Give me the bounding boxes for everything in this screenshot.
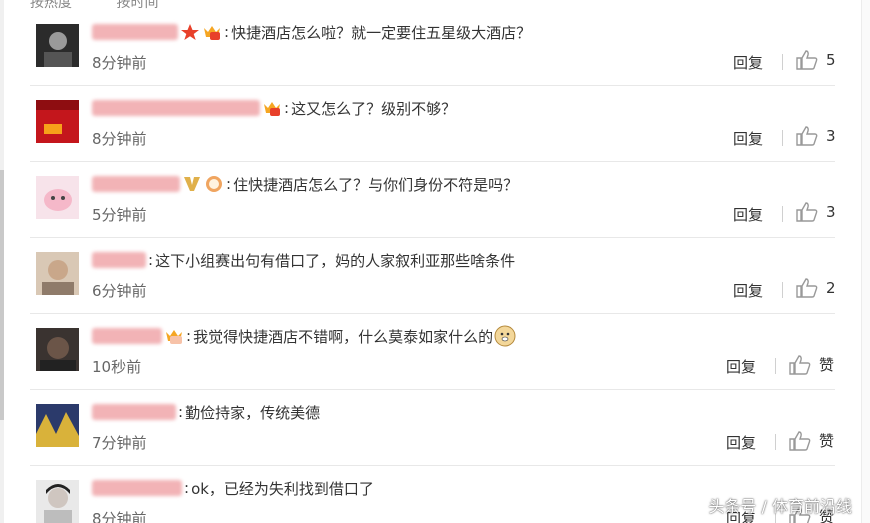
comment-time: 8分钟前 [92, 54, 147, 72]
comment-time: 7分钟前 [92, 434, 147, 452]
like-button[interactable]: 5 [796, 50, 836, 70]
thumbs-up-icon [789, 430, 811, 451]
scrollbar[interactable] [0, 0, 4, 523]
like-button[interactable]: 3 [796, 126, 836, 146]
comment-time: 10秒前 [92, 358, 142, 376]
reply-button[interactable]: 回复 [726, 432, 756, 453]
thumbs-up-icon [796, 278, 818, 298]
comment-text: 勤俭持家，传统美德 [185, 403, 321, 422]
comment-item: : 勤俭持家，传统美德 7分钟前 回复 赞 [30, 390, 835, 466]
avatar[interactable] [36, 24, 79, 67]
thumbs-up-icon [789, 354, 811, 375]
comment-item: : 我觉得快捷酒店不错啊，什么莫泰如家什么的 10秒前 回复 赞 [30, 314, 835, 390]
watermark: 头条号 / 体育前沿线 [708, 497, 852, 516]
comment-item: : 这下小组赛出句有借口了，妈的人家叙利亚那些啥条件 6分钟前 回复 2 [30, 238, 836, 314]
divider [782, 206, 783, 222]
like-label: 赞 [819, 356, 835, 374]
colon: : [148, 251, 154, 269]
scrollbar-thumb[interactable] [0, 170, 4, 420]
comment-time: 5分钟前 [92, 206, 147, 224]
like-count: 3 [826, 127, 836, 145]
medal-icon [206, 176, 222, 192]
username-blurred[interactable] [92, 24, 178, 40]
avatar[interactable] [36, 404, 79, 447]
comment-text: 这又怎么了？级别不够？ [291, 99, 457, 118]
like-label: 赞 [819, 432, 835, 450]
comment-text: 快捷酒店怎么啦？就一定要住五星级大酒店？ [231, 23, 532, 42]
comment-list: : 快捷酒店怎么啦？就一定要住五星级大酒店？ 8分钟前 回复 5 : 这又怎么了… [30, 10, 836, 523]
like-button[interactable]: 赞 [789, 430, 834, 451]
sort-tabs: 按热度 按时间 [30, 0, 198, 11]
reply-button[interactable]: 回复 [733, 128, 763, 149]
reply-button[interactable]: 回复 [733, 280, 763, 301]
colon: : [186, 327, 192, 345]
comment-time: 6分钟前 [92, 282, 147, 300]
comment-header: : 快捷酒店怎么啦？就一定要住五星级大酒店？ [92, 22, 531, 42]
username-blurred[interactable] [92, 176, 180, 192]
colon: : [184, 479, 190, 497]
colon: : [178, 403, 184, 421]
avatar[interactable] [36, 100, 79, 143]
reply-button[interactable]: 回复 [726, 356, 756, 377]
reply-button[interactable]: 回复 [733, 52, 763, 73]
comment-header: : 这又怎么了？级别不够？ [92, 98, 456, 118]
divider [782, 54, 783, 70]
comment-header: : 住快捷酒店怎么了？与你们身份不符是吗？ [92, 174, 518, 194]
like-button[interactable]: 赞 [789, 354, 834, 375]
comment-item: : 快捷酒店怎么啦？就一定要住五星级大酒店？ 8分钟前 回复 5 [30, 10, 836, 86]
comment-text: 我觉得快捷酒店不错啊，什么莫泰如家什么的 [193, 327, 494, 346]
vip-crown-icon [204, 26, 220, 40]
reply-button[interactable]: 回复 [733, 204, 763, 225]
vip-crown-icon [264, 102, 280, 116]
comment-text: 这下小组赛出句有借口了，妈的人家叙利亚那些啥条件 [155, 251, 516, 270]
avatar[interactable] [36, 328, 79, 371]
divider [775, 434, 776, 450]
thumbs-up-icon [796, 126, 818, 146]
divider [782, 282, 783, 298]
avatar[interactable] [36, 480, 79, 523]
like-count: 3 [826, 203, 836, 221]
username-blurred[interactable] [92, 252, 146, 268]
comment-header: : 勤俭持家，传统美德 [92, 402, 320, 422]
avatar[interactable] [36, 176, 79, 219]
like-button[interactable]: 2 [796, 278, 836, 298]
divider [782, 130, 783, 146]
comment-header: : 我觉得快捷酒店不错啊，什么莫泰如家什么的 [92, 325, 516, 347]
v-badge-icon [184, 177, 200, 191]
comment-item: : 住快捷酒店怎么了？与你们身份不符是吗？ 5分钟前 回复 3 [30, 162, 836, 238]
colon: : [226, 175, 232, 193]
thumbs-up-icon [796, 202, 818, 222]
colon: : [284, 99, 290, 117]
right-edge [861, 0, 870, 523]
comment-text: ok，已经为失利找到借口了 [191, 479, 374, 498]
thumbs-up-icon [796, 50, 818, 70]
avatar[interactable] [36, 252, 79, 295]
colon: : [224, 23, 230, 41]
divider [775, 358, 776, 374]
star-icon [181, 24, 199, 40]
comment-text: 住快捷酒店怎么了？与你们身份不符是吗？ [233, 175, 519, 194]
comment-header: : ok，已经为失利找到借口了 [92, 478, 374, 498]
doge-emoji-icon [494, 325, 516, 347]
username-blurred[interactable] [92, 480, 182, 496]
comment-time: 8分钟前 [92, 130, 147, 148]
comment-item: : 这又怎么了？级别不够？ 8分钟前 回复 3 [30, 86, 836, 162]
username-blurred[interactable] [92, 328, 162, 344]
comment-panel: 按热度 按时间 : 快捷酒店怎么啦？就一定要住五星级大酒店？ 8分钟前 回复 5 [0, 0, 870, 523]
comment-time: 8分钟前 [92, 510, 147, 523]
like-button[interactable]: 3 [796, 202, 836, 222]
like-count: 2 [826, 279, 836, 297]
username-blurred[interactable] [92, 100, 260, 116]
comment-header: : 这下小组赛出句有借口了，妈的人家叙利亚那些啥条件 [92, 250, 515, 270]
username-blurred[interactable] [92, 404, 176, 420]
vip-crown-icon [166, 330, 182, 344]
like-count: 5 [826, 51, 836, 69]
